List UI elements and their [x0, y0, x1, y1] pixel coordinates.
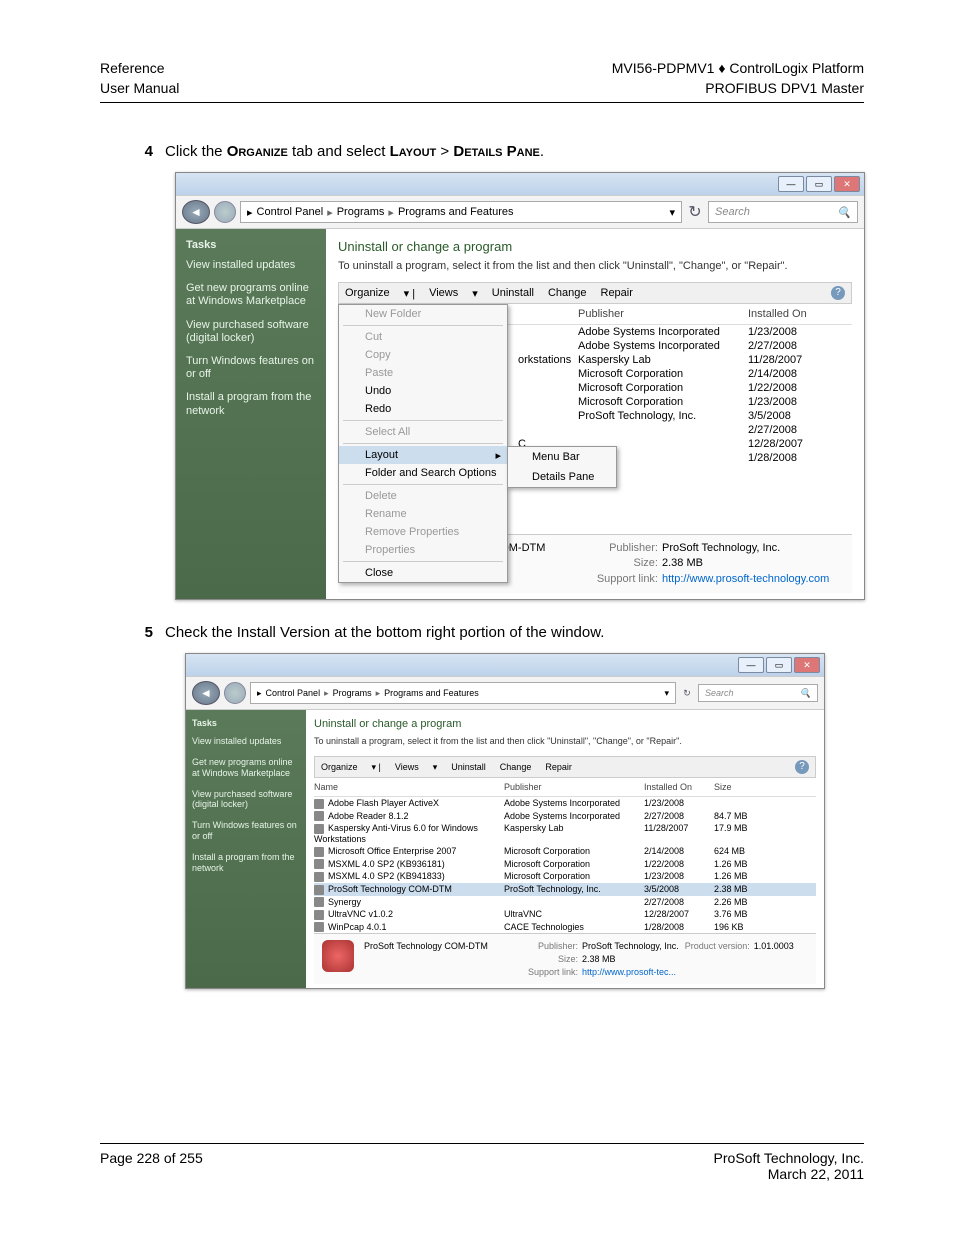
- tasks-panel: Tasks View installed updates Get new pro…: [176, 229, 326, 599]
- hdr-right1: MVI56-PDPMV1 ♦ ControlLogix Platform: [612, 60, 864, 76]
- screenshot-2: — ▭ ✕ ◄ ▸ Control Panel▸ Programs▸ Progr…: [185, 653, 825, 989]
- change-button[interactable]: Change: [548, 287, 587, 299]
- step-4: 4 Click the Organize tab and select Layo…: [135, 143, 864, 160]
- menu-new-folder[interactable]: New Folder: [339, 305, 507, 323]
- dp-name: ProSoft Technology COM-DTM: [364, 940, 514, 953]
- menu-remove-props[interactable]: Remove Properties: [339, 523, 507, 541]
- task-link[interactable]: View installed updates: [186, 259, 316, 272]
- footer-company: ProSoft Technology, Inc.: [714, 1150, 864, 1166]
- menu-copy[interactable]: Copy: [339, 346, 507, 364]
- close-button[interactable]: ✕: [834, 176, 860, 192]
- organize-menu: New Folder Cut Copy Paste Undo Redo Sele…: [338, 304, 508, 583]
- details-pane: ProSoft Technology COM-DTM Publisher:Pro…: [314, 933, 816, 984]
- search-input[interactable]: Search🔍: [708, 201, 858, 223]
- help-icon[interactable]: ?: [831, 286, 845, 300]
- table-row[interactable]: MSXML 4.0 SP2 (KB936181)Microsoft Corpor…: [314, 858, 816, 871]
- organize-button[interactable]: Organize: [321, 762, 358, 772]
- views-button[interactable]: Views: [395, 762, 419, 772]
- col-size[interactable]: Size: [714, 782, 732, 792]
- task-link[interactable]: Turn Windows features on or off: [192, 820, 300, 842]
- task-link[interactable]: View purchased software (digital locker): [186, 319, 316, 345]
- submenu-details-pane[interactable]: Details Pane: [508, 467, 616, 487]
- table-row[interactable]: UltraVNC v1.0.2UltraVNC12/28/20073.76 MB: [314, 908, 816, 921]
- search-icon: 🔍: [837, 206, 851, 219]
- minimize-button[interactable]: —: [778, 176, 804, 192]
- menu-layout[interactable]: Layout▸ Menu Bar Details Pane: [339, 446, 507, 464]
- screenshot-1: — ▭ ✕ ◄ ▸ Control Panel▸ Programs▸ Progr…: [175, 172, 865, 600]
- menu-properties[interactable]: Properties: [339, 541, 507, 559]
- hdr-left2: User Manual: [100, 80, 179, 96]
- table-row[interactable]: Adobe Flash Player ActiveXAdobe Systems …: [314, 797, 816, 810]
- table-row[interactable]: Kaspersky Anti-Virus 6.0 for Windows Wor…: [314, 822, 816, 845]
- tasks-panel: Tasks View installed updates Get new pro…: [186, 710, 306, 988]
- page-number: Page 228 of 255: [100, 1150, 203, 1182]
- uninstall-button[interactable]: Uninstall: [492, 287, 534, 299]
- menu-undo[interactable]: Undo: [339, 382, 507, 400]
- col-name[interactable]: Name: [314, 782, 504, 792]
- content-title: Uninstall or change a program: [338, 239, 852, 254]
- nav-forward-button[interactable]: [224, 682, 246, 704]
- task-link[interactable]: Turn Windows features on or off: [186, 355, 316, 381]
- table-row[interactable]: ProSoft Technology COM-DTMProSoft Techno…: [314, 883, 816, 896]
- table-row[interactable]: Synergy2/27/20082.26 MB: [314, 896, 816, 909]
- breadcrumb[interactable]: ▸ Control Panel▸ Programs▸ Programs and …: [240, 201, 682, 223]
- menu-delete[interactable]: Delete: [339, 487, 507, 505]
- organize-button[interactable]: Organize: [345, 287, 390, 299]
- maximize-button[interactable]: ▭: [766, 657, 792, 673]
- task-link[interactable]: View installed updates: [192, 736, 300, 747]
- uninstall-button[interactable]: Uninstall: [451, 762, 486, 772]
- col-publisher[interactable]: Publisher: [504, 782, 644, 792]
- submenu-menu-bar[interactable]: Menu Bar: [508, 447, 616, 467]
- menu-select-all[interactable]: Select All: [339, 423, 507, 441]
- col-installed[interactable]: Installed On: [748, 308, 807, 320]
- hdr-right2: PROFIBUS DPV1 Master: [705, 80, 864, 96]
- menu-rename[interactable]: Rename: [339, 505, 507, 523]
- maximize-button[interactable]: ▭: [806, 176, 832, 192]
- views-button[interactable]: Views: [429, 287, 458, 299]
- repair-button[interactable]: Repair: [545, 762, 572, 772]
- repair-button[interactable]: Repair: [601, 287, 633, 299]
- task-link[interactable]: View purchased software (digital locker): [192, 789, 300, 811]
- search-icon: 🔍: [800, 688, 811, 699]
- nav-back-button[interactable]: ◄: [182, 200, 210, 224]
- toolbar: Organize ▾ | Views ▾ Uninstall Change Re…: [338, 282, 852, 304]
- menu-cut[interactable]: Cut: [339, 328, 507, 346]
- task-link[interactable]: Install a program from the network: [186, 391, 316, 417]
- change-button[interactable]: Change: [500, 762, 532, 772]
- menu-folder-options[interactable]: Folder and Search Options: [339, 464, 507, 482]
- col-publisher[interactable]: Publisher: [578, 308, 748, 320]
- content-title: Uninstall or change a program: [314, 718, 816, 730]
- menu-close[interactable]: Close: [339, 564, 507, 582]
- table-row[interactable]: Adobe Reader 8.1.2Adobe Systems Incorpor…: [314, 810, 816, 823]
- app-icon: [322, 940, 354, 972]
- minimize-button[interactable]: —: [738, 657, 764, 673]
- search-input[interactable]: Search🔍: [698, 684, 818, 702]
- task-link[interactable]: Get new programs online at Windows Marke…: [192, 757, 300, 779]
- task-link[interactable]: Get new programs online at Windows Marke…: [186, 282, 316, 308]
- step-5: 5 Check the Install Version at the botto…: [135, 624, 864, 641]
- table-row[interactable]: WinPcap 4.0.1CACE Technologies1/28/20081…: [314, 921, 816, 934]
- table-row[interactable]: Microsoft Office Enterprise 2007Microsof…: [314, 845, 816, 858]
- table-row[interactable]: MSXML 4.0 SP2 (KB941833)Microsoft Corpor…: [314, 870, 816, 883]
- menu-paste[interactable]: Paste: [339, 364, 507, 382]
- help-icon[interactable]: ?: [795, 760, 809, 774]
- nav-back-button[interactable]: ◄: [192, 681, 220, 705]
- footer-date: March 22, 2011: [714, 1166, 864, 1182]
- close-button[interactable]: ✕: [794, 657, 820, 673]
- menu-redo[interactable]: Redo: [339, 400, 507, 418]
- col-installed[interactable]: Installed On: [644, 782, 714, 792]
- nav-forward-button[interactable]: [214, 201, 236, 223]
- layout-submenu: Menu Bar Details Pane: [507, 446, 617, 488]
- hdr-left1: Reference: [100, 60, 165, 76]
- task-link[interactable]: Install a program from the network: [192, 852, 300, 874]
- breadcrumb[interactable]: ▸ Control Panel▸ Programs▸ Programs and …: [250, 682, 676, 704]
